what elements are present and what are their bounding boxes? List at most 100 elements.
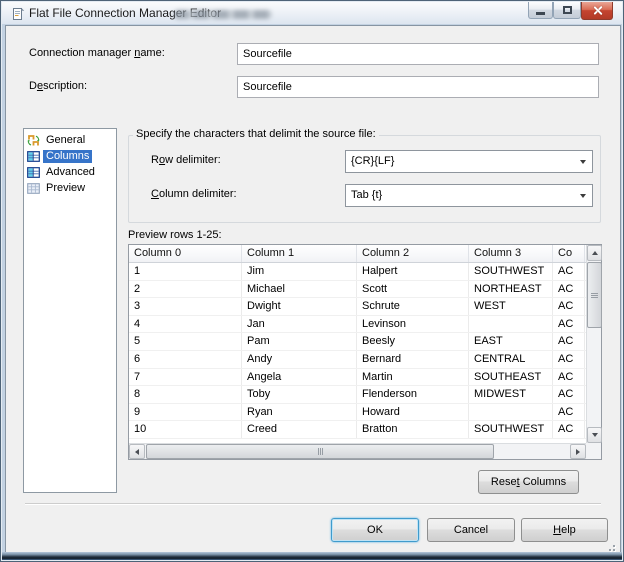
- sidebar-item-columns[interactable]: Columns: [27, 148, 116, 164]
- table-cell: Martin: [357, 368, 469, 386]
- column-header[interactable]: Co: [553, 245, 585, 262]
- chevron-down-icon: [580, 160, 586, 164]
- table-cell: 2: [129, 280, 242, 298]
- table-row[interactable]: 1 Jim Halpert SOUTHWEST AC: [129, 263, 586, 281]
- table-cell: Creed: [242, 421, 357, 438]
- column-delimiter-value: Tab {t}: [351, 189, 383, 201]
- scroll-right-button[interactable]: [570, 444, 586, 459]
- table-cell: Bernard: [357, 350, 469, 368]
- table-row[interactable]: 3 Dwight Schrute WEST AC: [129, 298, 586, 316]
- sidebar-item-label: Advanced: [46, 165, 95, 178]
- table-cell: Jim: [242, 263, 357, 280]
- thumb-grip-icon: [591, 292, 598, 298]
- row-delimiter-combobox[interactable]: {CR}{LF}: [345, 150, 593, 173]
- sidebar-item-label: Preview: [46, 181, 86, 194]
- horizontal-scroll-thumb[interactable]: [146, 444, 494, 459]
- column-header[interactable]: Column 1: [242, 245, 357, 262]
- table-cell: AC: [553, 315, 585, 333]
- redacted-text: [174, 10, 272, 19]
- minimize-icon: [536, 12, 545, 15]
- maximize-button[interactable]: [553, 2, 581, 19]
- dialog-window: Flat File Connection Manager Editor Conn…: [0, 0, 624, 562]
- footer-divider: [25, 503, 601, 505]
- vertical-scrollbar[interactable]: [586, 245, 602, 443]
- page-list[interactable]: General Columns Advanced Preview: [23, 128, 117, 493]
- table-row[interactable]: 6 Andy Bernard CENTRAL AC: [129, 350, 586, 369]
- thumb-grip-icon: [317, 448, 323, 455]
- ok-button[interactable]: OK: [331, 518, 419, 542]
- table-cell: Michael: [242, 280, 357, 298]
- table-row[interactable]: 8 Toby Flenderson MIDWEST AC: [129, 386, 586, 404]
- table-cell: AC: [553, 280, 585, 298]
- table-cell: Toby: [242, 386, 357, 403]
- table-cell: AC: [553, 333, 585, 350]
- help-button[interactable]: Help: [521, 518, 608, 542]
- table-row[interactable]: 4 Jan Levinson AC: [129, 315, 586, 334]
- table-cell: WEST: [469, 298, 553, 315]
- table-row[interactable]: 9 Ryan Howard AC: [129, 403, 586, 422]
- table-cell: CENTRAL: [469, 350, 553, 368]
- table-cell: Schrute: [357, 298, 469, 315]
- table-cell: Angela: [242, 368, 357, 386]
- table-cell: AC: [553, 350, 585, 368]
- table-cell: MIDWEST: [469, 386, 553, 403]
- sidebar-item-label: General: [46, 133, 86, 146]
- vertical-scroll-thumb[interactable]: [587, 262, 602, 328]
- column-delimiter-label: Column delimiter:: [151, 188, 237, 200]
- table-cell: Ryan: [242, 403, 357, 421]
- table-cell: AC: [553, 421, 585, 438]
- table-cell: 8: [129, 386, 242, 403]
- sidebar-item-label: Columns: [43, 149, 93, 163]
- close-button[interactable]: [581, 2, 613, 20]
- row-delimiter-label: Row delimiter:: [151, 154, 221, 166]
- arrow-right-icon: [576, 448, 580, 455]
- minimize-button[interactable]: [528, 2, 553, 19]
- table-cell: Beesly: [357, 333, 469, 350]
- column-header[interactable]: Column 2: [357, 245, 469, 262]
- sidebar-item-preview[interactable]: Preview: [27, 180, 116, 196]
- table-cell: 9: [129, 403, 242, 421]
- table-cell: AC: [553, 263, 585, 280]
- table-cell: AC: [553, 298, 585, 315]
- sidebar-item-general[interactable]: General: [27, 132, 116, 148]
- horizontal-scrollbar[interactable]: [129, 443, 586, 459]
- table-cell: SOUTHEAST: [469, 368, 553, 386]
- description-label: Description:: [29, 80, 88, 92]
- table-cell: AC: [553, 386, 585, 403]
- description-input[interactable]: [237, 76, 599, 98]
- close-icon: [592, 6, 603, 15]
- sidebar-item-advanced[interactable]: Advanced: [27, 164, 116, 180]
- table-cell: 4: [129, 315, 242, 333]
- column-header[interactable]: Column 0: [129, 245, 242, 262]
- arrow-left-icon: [135, 448, 139, 455]
- table-row[interactable]: 5 Pam Beesly EAST AC: [129, 333, 586, 351]
- maximize-icon: [562, 6, 572, 14]
- table-row[interactable]: 2 Michael Scott NORTHEAST AC: [129, 280, 586, 299]
- preview-table: Column 0 Column 1 Column 2 Column 3 Co 1 Jim H…: [128, 244, 602, 460]
- table-row[interactable]: 10 Creed Bratton SOUTHWEST AC: [129, 421, 586, 439]
- connection-manager-name-input[interactable]: [237, 43, 599, 65]
- table-cell: 1: [129, 263, 242, 280]
- column-delimiter-combobox[interactable]: Tab {t}: [345, 184, 593, 207]
- table-columns-icon: [27, 150, 40, 162]
- table-cell: AC: [553, 368, 585, 386]
- reset-columns-button[interactable]: Reset Columns: [478, 470, 579, 494]
- table-cell: Andy: [242, 350, 357, 368]
- table-row[interactable]: 7 Angela Martin SOUTHEAST AC: [129, 368, 586, 387]
- cancel-button[interactable]: Cancel: [427, 518, 515, 542]
- table-cell: Dwight: [242, 298, 357, 315]
- scroll-up-button[interactable]: [587, 245, 602, 261]
- app-icon[interactable]: [11, 7, 25, 21]
- table-cell: 3: [129, 298, 242, 315]
- table-cell: Howard: [357, 403, 469, 421]
- table-viewport: Column 0 Column 1 Column 2 Column 3 Co 1 Jim H…: [129, 245, 586, 443]
- table-cell: [469, 403, 553, 421]
- table-cell: EAST: [469, 333, 553, 350]
- table-cell: Pam: [242, 333, 357, 350]
- table-cell: Jan: [242, 315, 357, 333]
- table-cell: Flenderson: [357, 386, 469, 403]
- scroll-left-button[interactable]: [129, 444, 145, 459]
- column-header[interactable]: Column 3: [469, 245, 553, 262]
- scrollbar-corner: [586, 443, 601, 459]
- scroll-down-button[interactable]: [587, 427, 602, 443]
